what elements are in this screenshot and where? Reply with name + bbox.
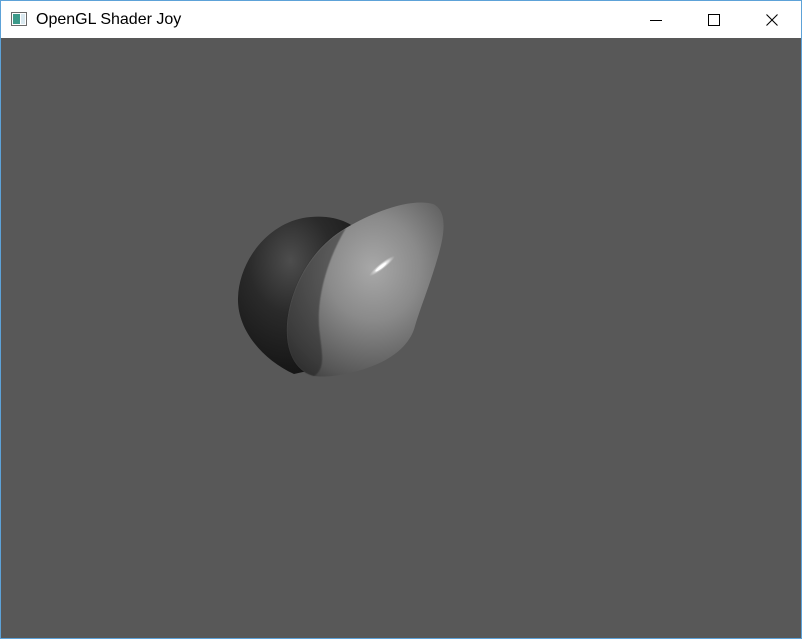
render-surface bbox=[237, 202, 444, 377]
window-title: OpenGL Shader Joy bbox=[36, 11, 182, 28]
minimize-button[interactable] bbox=[627, 1, 685, 38]
close-button[interactable] bbox=[743, 1, 801, 38]
title-bar[interactable]: OpenGL Shader Joy bbox=[1, 1, 801, 38]
maximize-button[interactable] bbox=[685, 1, 743, 38]
window-icon bbox=[11, 12, 27, 26]
close-icon bbox=[766, 13, 778, 26]
minimize-icon bbox=[650, 19, 662, 21]
app-window: OpenGL Shader Joy bbox=[0, 0, 802, 639]
opengl-viewport[interactable] bbox=[1, 38, 801, 638]
maximize-icon bbox=[708, 13, 720, 26]
